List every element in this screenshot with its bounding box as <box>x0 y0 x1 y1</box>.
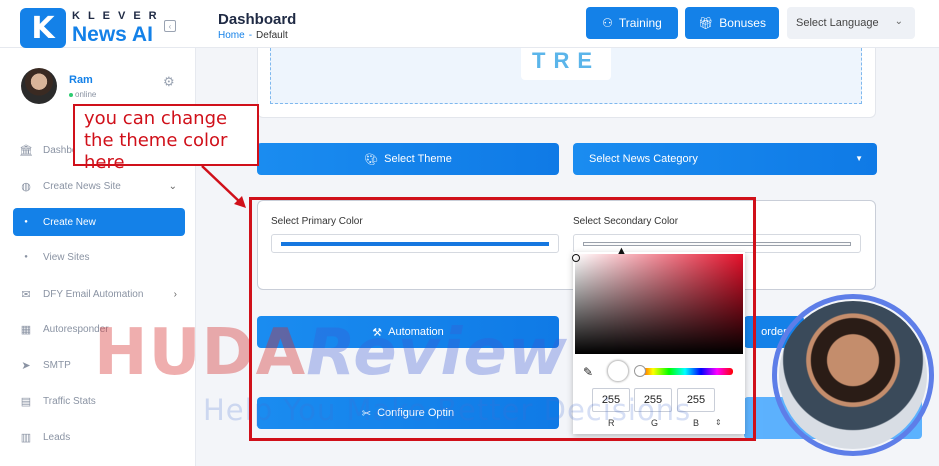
sidebar-item-label: Create News Site <box>43 180 121 192</box>
logo-top-text: KLEVER <box>72 10 165 22</box>
top-bar: K KLEVER News AI ‹ Dashboard Home - Defaul… <box>0 0 939 48</box>
breadcrumb-separator: - <box>248 30 253 41</box>
logo[interactable]: K KLEVER News AI <box>20 8 165 48</box>
user-status: online <box>69 90 96 99</box>
globe-icon: ◍ <box>21 180 31 193</box>
grid-icon: ▦ <box>20 323 32 336</box>
dot-icon: ● <box>24 219 28 225</box>
bonuses-button[interactable]: 🎁︎ Bonuses <box>685 7 779 39</box>
gear-icon[interactable]: ⚙ <box>163 74 175 90</box>
leads-icon: ▥ <box>20 431 32 444</box>
news-category-select-value: Select News Category <box>589 153 698 165</box>
sidebar-item-label: Traffic Stats <box>43 395 96 407</box>
breadcrumb-home[interactable]: Home <box>218 30 245 41</box>
annotation-highlight-box <box>249 197 756 441</box>
email-icon: ✉ <box>21 288 31 301</box>
user-name: Ram <box>69 74 93 86</box>
select-theme-label: Select Theme <box>384 153 452 165</box>
stats-icon: ▤ <box>20 395 32 408</box>
sidebar-item-label: Leads <box>43 431 71 443</box>
bank-icon: 🏛︎ <box>19 144 33 157</box>
sidebar-item-create-news-site[interactable]: ◍ Create News Site ⌄ <box>13 172 185 200</box>
sidebar-collapse-icon[interactable]: ‹ <box>164 20 176 32</box>
sidebar-item-label: SMTP <box>43 359 71 371</box>
dot-icon: ● <box>24 254 28 260</box>
sidebar-item-label: DFY Email Automation <box>43 288 144 300</box>
annotation-arrow-icon <box>201 165 246 208</box>
webcam-presenter-image <box>779 301 927 449</box>
user-status-text: online <box>75 90 97 99</box>
logo-bottom-text: News AI <box>72 23 153 46</box>
sidebar-item-label: Create New <box>43 216 96 228</box>
news-category-select[interactable]: Select News Category ▼ <box>573 143 877 175</box>
sidebar-item-dfy-email-automation[interactable]: ✉ DFY Email Automation › <box>13 280 185 308</box>
logo-text: KLEVER News AI <box>72 10 165 46</box>
sidebar-item-label: View Sites <box>43 251 90 263</box>
gift-icon: 🎁︎ <box>698 16 714 30</box>
breadcrumb-current: Default <box>256 30 288 41</box>
sidebar-item-create-new[interactable]: ● Create New <box>13 208 185 236</box>
avatar[interactable] <box>21 68 57 104</box>
language-select[interactable]: Select Language ⌄ <box>787 7 915 39</box>
palette-icon: 🎨︎ <box>364 153 379 166</box>
training-label: Training <box>618 16 662 30</box>
theme-preview-tile: TRE <box>521 48 611 80</box>
caret-down-icon: ▼ <box>855 154 863 163</box>
send-icon: ➤ <box>21 359 31 372</box>
training-icon: ⚇ <box>602 16 613 30</box>
training-button[interactable]: ⚇ Training <box>586 7 678 39</box>
sidebar-item-traffic-stats[interactable]: ▤ Traffic Stats <box>13 387 185 415</box>
select-theme-button[interactable]: 🎨︎ Select Theme <box>257 143 559 175</box>
chevron-right-icon: › <box>173 288 177 300</box>
language-select-value: Select Language <box>796 17 879 29</box>
breadcrumb: Home - Default <box>218 30 288 41</box>
bonuses-label: Bonuses <box>719 16 766 30</box>
page-title: Dashboard <box>218 11 297 28</box>
chevron-down-icon: ⌄ <box>894 16 903 27</box>
sidebar-item-view-sites[interactable]: ● View Sites <box>13 243 185 271</box>
sidebar-item-leads[interactable]: ▥ Leads <box>13 423 185 451</box>
chevron-down-icon: ⌄ <box>168 180 177 192</box>
online-dot-icon <box>69 92 73 97</box>
logo-mark: K <box>20 8 66 48</box>
